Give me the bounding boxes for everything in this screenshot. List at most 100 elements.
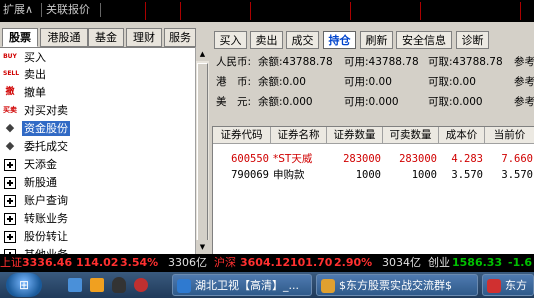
buy-icon: BUY: [3, 53, 17, 60]
cost-price: 3.570: [451, 169, 483, 181]
withdrawable-value: 可取:0.000: [428, 96, 483, 108]
expand-icon[interactable]: [4, 231, 16, 243]
toolbar-divider: [250, 2, 251, 20]
toolbar-divider: [180, 2, 181, 20]
balance-value: 余额:0.000: [258, 96, 313, 108]
show-desktop-icon[interactable]: [68, 278, 82, 292]
toolbar-divider: [350, 2, 351, 20]
menu-item-ipo[interactable]: 新股通: [0, 174, 190, 191]
sellable-quantity: 1000: [411, 169, 437, 181]
column-header[interactable]: 证券名称: [271, 127, 327, 144]
buy-sell-icon: 买卖: [3, 106, 17, 114]
sellable-quantity: 283000: [399, 153, 437, 165]
windows-taskbar: ⊞ 湖北卫视【高清】_... $东方股票实战交流群$ 东方: [0, 272, 534, 298]
menu-item-sell[interactable]: SELL 卖出: [0, 66, 190, 83]
positions-button[interactable]: 持仓: [323, 31, 356, 49]
menu-item-transfer[interactable]: 转账业务: [0, 210, 190, 227]
hs-volume: 3034亿: [382, 256, 421, 269]
menu-item-buy-sell[interactable]: 买卖 对买对卖: [0, 102, 190, 119]
tab-stocks[interactable]: 股票: [2, 28, 38, 47]
ie-icon: [177, 279, 191, 293]
column-header[interactable]: 当前价: [485, 127, 534, 144]
column-header[interactable]: 证券代码: [213, 127, 271, 144]
app-icon[interactable]: [134, 278, 148, 292]
menu-item-share-transfer[interactable]: 股份转让: [0, 228, 190, 245]
menu-item-account-query[interactable]: 账户查询: [0, 192, 190, 209]
menu-item-cancel[interactable]: 撤 撤单: [0, 84, 190, 101]
menu-item-funds-shares[interactable]: ◆ 资金股份: [0, 120, 190, 137]
task-chat-group[interactable]: $东方股票实战交流群$: [316, 274, 478, 296]
menu-item-label: 撤单: [24, 86, 46, 99]
task-label: 湖北卫视【高清】_...: [195, 279, 299, 292]
toolbar-divider: [145, 2, 146, 20]
scroll-up-icon[interactable]: ▲: [196, 47, 209, 61]
security-name: *ST天威: [273, 153, 313, 165]
dongfang-icon: [487, 279, 501, 293]
tab-services[interactable]: 服务: [164, 28, 196, 47]
available-value: 可用:43788.78: [344, 56, 419, 68]
tab-funds[interactable]: 基金: [88, 28, 124, 47]
buy-button[interactable]: 买入: [214, 31, 247, 49]
cy-index-change: -1.6: [508, 256, 533, 269]
expand-icon[interactable]: [4, 159, 16, 171]
menu-item-tiantianjin[interactable]: 天添金: [0, 156, 190, 173]
quantity: 283000: [343, 153, 381, 165]
task-label: $东方股票实战交流群$: [339, 279, 452, 292]
currency-label: 港 币:: [216, 76, 252, 88]
scrollbar-thumb[interactable]: [197, 63, 208, 243]
task-browser[interactable]: 湖北卫视【高清】_...: [172, 274, 312, 296]
currency-label: 人民币:: [216, 56, 252, 68]
menu-item-label: 账户查询: [24, 194, 68, 207]
security-info-button[interactable]: 安全信息: [396, 31, 452, 49]
menu-scrollbar[interactable]: ▲ ▼: [195, 47, 209, 254]
scroll-down-icon[interactable]: ▼: [196, 240, 209, 254]
tab-hk-connect[interactable]: 港股通: [40, 28, 88, 47]
sh-volume: 3306亿: [168, 256, 207, 269]
security-name: 申购款: [273, 169, 305, 181]
available-value: 可用:0.00: [344, 76, 392, 88]
trades-button[interactable]: 成交: [286, 31, 319, 49]
hs-index-change: 101.70: [290, 256, 333, 269]
reference-label: 参考: [514, 96, 534, 108]
menu-item-label: 资金股份: [22, 121, 70, 136]
expand-button[interactable]: 扩展∧: [3, 3, 33, 17]
toolbar-divider: [420, 2, 421, 20]
trading-panel: 股票 港股通 基金 理财 服务 BUY 买入 SELL 卖出 撤 撤单 买卖 对…: [0, 22, 534, 256]
column-header[interactable]: 成本价: [439, 127, 485, 144]
sell-icon: SELL: [3, 70, 20, 77]
diagnose-button[interactable]: 诊断: [456, 31, 489, 49]
quantity: 1000: [355, 169, 381, 181]
available-value: 可用:0.000: [344, 96, 399, 108]
table-row[interactable]: 790069 申购款 1000 1000 3.570 3.570: [213, 167, 534, 183]
top-toolbar: 扩展∧ 关联报价: [0, 0, 534, 22]
withdrawable-value: 可取:0.00: [428, 76, 476, 88]
start-button[interactable]: ⊞: [6, 273, 42, 297]
task-dongfang[interactable]: 东方: [482, 274, 534, 296]
explorer-icon[interactable]: [90, 278, 104, 292]
expand-icon[interactable]: [4, 213, 16, 225]
column-header[interactable]: 可卖数量: [383, 127, 439, 144]
hs-index-label: 沪深: [214, 256, 236, 269]
current-price: 7.660: [501, 153, 533, 165]
toolbar-divider: [520, 2, 521, 20]
qq-icon[interactable]: [112, 277, 126, 293]
chat-icon: [321, 279, 335, 293]
sh-index-pct: 3.54%: [120, 256, 159, 269]
withdrawable-value: 可取:43788.78: [428, 56, 503, 68]
current-price: 3.570: [501, 169, 533, 181]
expand-icon[interactable]: [4, 177, 16, 189]
balance-value: 余额:43788.78: [258, 56, 333, 68]
tab-wealth[interactable]: 理财: [126, 28, 162, 47]
refresh-button[interactable]: 刷新: [360, 31, 393, 49]
table-row[interactable]: 600550 *ST天威 283000 283000 4.283 7.660: [213, 151, 534, 167]
hs-index-pct: 2.90%: [334, 256, 373, 269]
category-tabs: 股票 港股通 基金 理财 服务: [0, 28, 196, 47]
menu-item-label: 委托成交: [24, 140, 68, 153]
column-header[interactable]: 证券数量: [327, 127, 383, 144]
windows-logo-icon: ⊞: [18, 278, 30, 292]
menu-item-orders[interactable]: ◆ 委托成交: [0, 138, 190, 155]
linked-quote-button[interactable]: 关联报价: [46, 3, 90, 17]
menu-item-buy[interactable]: BUY 买入: [0, 49, 190, 66]
sell-button[interactable]: 卖出: [250, 31, 283, 49]
expand-icon[interactable]: [4, 195, 16, 207]
